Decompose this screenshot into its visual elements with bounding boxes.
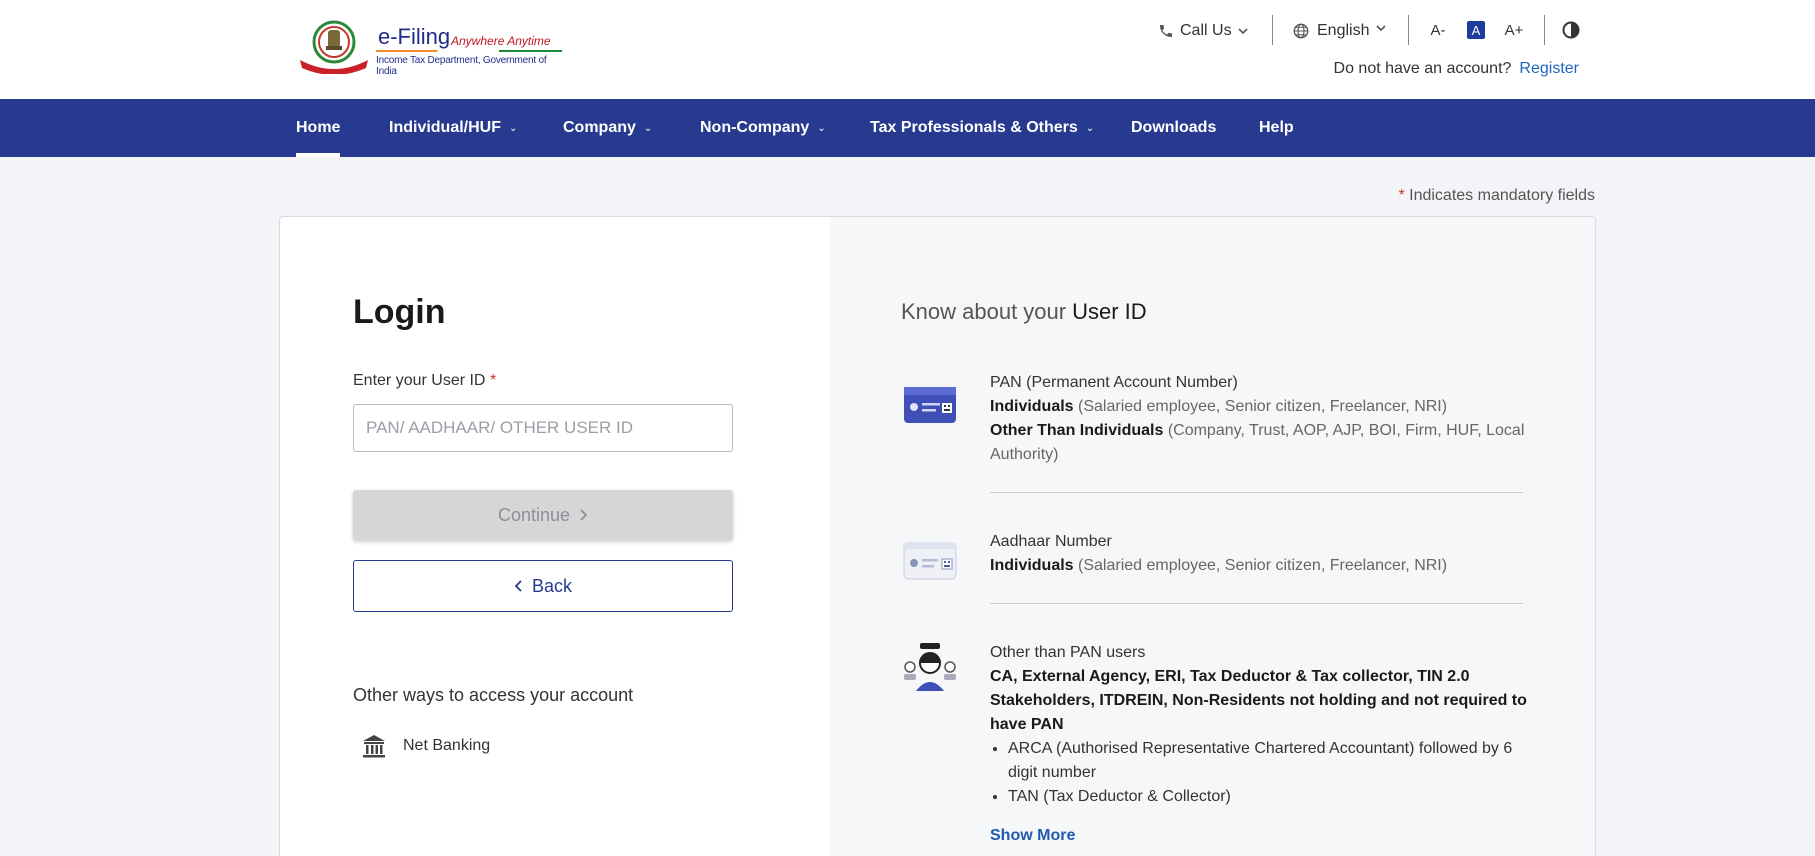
globe-icon (1293, 23, 1309, 39)
other-ways-heading: Other ways to access your account (353, 685, 634, 705)
font-increase-button[interactable]: A+ (1503, 19, 1525, 41)
chevron-down-icon: ⌄ (1085, 122, 1095, 134)
call-us-label: Call Us (1180, 22, 1232, 39)
user-id-label: Enter your User ID * (353, 372, 496, 390)
language-label: English (1317, 22, 1370, 39)
phone-icon (1160, 25, 1172, 37)
mandatory-fields-note: * Indicates mandatory fields (1398, 187, 1595, 205)
nav-tax-professionals-label: Tax Professionals & Others (870, 119, 1078, 136)
font-default-button[interactable]: A (1467, 21, 1485, 39)
header-divider (1544, 15, 1545, 45)
logo-tricolor-line (376, 50, 562, 52)
main-navigation: Home Individual/HUF ⌄ Company ⌄ Non-Comp… (0, 99, 1815, 157)
back-label: Back (531, 575, 573, 596)
font-decrease-button[interactable]: A- (1427, 19, 1449, 41)
other-users-title: Other than PAN users (990, 644, 1146, 661)
other-users-list: ARCA (Authorised Representative Chartere… (1008, 737, 1530, 809)
nav-downloads-label: Downloads (1131, 119, 1217, 136)
nav-help-label: Help (1259, 119, 1294, 136)
register-link[interactable]: Register (1519, 60, 1579, 78)
required-star: * (489, 372, 497, 389)
net-banking-option[interactable]: Net Banking (361, 733, 490, 759)
other-users-icon (904, 643, 956, 691)
list-item: ARCA (Authorised Representative Chartere… (1008, 737, 1530, 785)
aadhaar-title: Aadhaar Number (990, 533, 1112, 550)
aadhaar-individuals-bold: Individuals (990, 557, 1074, 574)
show-more-link[interactable]: Show More (990, 827, 1075, 845)
aadhaar-info: Aadhaar Number Individuals (Salaried emp… (990, 530, 1530, 578)
nav-home[interactable]: Home (296, 99, 341, 157)
emblem-icon (300, 20, 368, 74)
other-users-categories-text: CA, External Agency, ERI, Tax Deductor &… (990, 668, 1527, 733)
chevron-down-icon: ⌄ (509, 122, 518, 134)
pan-individuals-detail: (Salaried employee, Senior citizen, Free… (1078, 398, 1448, 415)
continue-button[interactable]: Continue (353, 490, 733, 540)
login-card: Login Enter your User ID * Continue Back… (279, 216, 1596, 856)
call-us-dropdown[interactable]: Call Us (1158, 20, 1248, 42)
top-header: e-Filing Anywhere Anytime Income Tax Dep… (0, 0, 1815, 99)
chevron-down-icon (1237, 28, 1248, 35)
pan-individuals-line: Individuals (Salaried employee, Senior c… (990, 395, 1530, 419)
chevron-right-icon (580, 509, 588, 521)
chevron-down-icon: ⌄ (817, 122, 826, 134)
aadhaar-individuals-line: Individuals (Salaried employee, Senior c… (990, 554, 1530, 578)
contrast-toggle-icon[interactable] (1561, 20, 1581, 40)
bank-icon (363, 735, 385, 758)
logo-tagline: Anywhere Anytime (451, 34, 551, 48)
back-button[interactable]: Back (353, 560, 733, 612)
pan-individuals-bold: Individuals (990, 398, 1074, 415)
chevron-left-icon (514, 580, 522, 592)
nav-individual-huf-label: Individual/HUF (389, 119, 501, 136)
other-users-info: Other than PAN users CA, External Agency… (990, 641, 1530, 809)
nav-individual-huf[interactable]: Individual/HUF ⌄ (389, 99, 517, 157)
pan-title: PAN (Permanent Account Number) (990, 374, 1238, 391)
know-user-id-title: Know about your User ID (901, 299, 1147, 325)
divider (990, 492, 1523, 493)
net-banking-label: Net Banking (403, 737, 491, 754)
logo-subtitle: Income Tax Department, Government of Ind… (376, 55, 547, 77)
header-divider (1408, 15, 1409, 45)
language-dropdown[interactable]: English (1292, 20, 1387, 42)
pan-info: PAN (Permanent Account Number) Individua… (990, 371, 1530, 467)
nav-non-company[interactable]: Non-Company ⌄ (700, 99, 826, 157)
nav-help[interactable]: Help (1259, 99, 1294, 157)
mandatory-text: Indicates mandatory fields (1409, 187, 1595, 204)
logo-title: e-Filing (378, 24, 451, 49)
user-id-label-text: Enter your User ID (353, 372, 486, 389)
pan-card-icon (904, 387, 956, 423)
register-prompt: Do not have an account? Register (1334, 60, 1579, 78)
aadhaar-card-icon (903, 542, 957, 580)
pan-other-line: Other Than Individuals (Company, Trust, … (990, 419, 1530, 467)
nav-tax-professionals[interactable]: Tax Professionals & Others ⌄ (870, 99, 1094, 157)
nav-home-label: Home (296, 119, 341, 136)
continue-label: Continue (497, 504, 571, 525)
nav-downloads[interactable]: Downloads (1131, 99, 1216, 157)
know-title-prefix: Know about your (901, 299, 1067, 324)
no-account-text: Do not have an account? (1333, 60, 1512, 77)
nav-non-company-label: Non-Company (700, 119, 810, 136)
login-title: Login (353, 293, 446, 331)
header-divider (1272, 15, 1273, 45)
know-title-emphasis: User ID (1072, 299, 1147, 324)
divider (990, 603, 1523, 604)
user-id-input[interactable] (353, 404, 733, 452)
list-item: TAN (Tax Deductor & Collector) (1008, 785, 1530, 809)
nav-company-label: Company (563, 119, 636, 136)
pan-other-bold: Other Than Individuals (990, 422, 1164, 439)
other-users-categories: CA, External Agency, ERI, Tax Deductor &… (990, 665, 1530, 737)
required-star: * (1398, 187, 1405, 204)
aadhaar-individuals-detail: (Salaried employee, Senior citizen, Free… (1078, 557, 1448, 574)
chevron-down-icon (1376, 25, 1387, 32)
efiling-logo[interactable]: e-Filing Anywhere Anytime Income Tax Dep… (296, 18, 566, 77)
chevron-down-icon: ⌄ (643, 122, 653, 134)
nav-company[interactable]: Company ⌄ (563, 99, 652, 157)
